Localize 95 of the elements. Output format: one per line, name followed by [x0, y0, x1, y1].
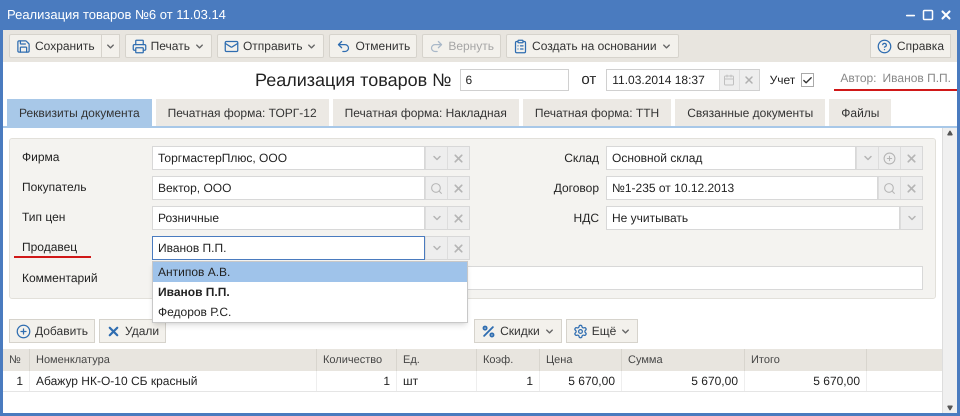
search-icon — [430, 182, 443, 194]
search-button[interactable] — [878, 177, 900, 199]
table-cell: Абажур НК-О-10 СБ красный — [30, 371, 317, 391]
scroll-up-icon[interactable] — [947, 130, 953, 136]
dropdown-button[interactable] — [425, 207, 447, 229]
close-icon — [452, 152, 465, 164]
author-label: Автор: Иванов П.П. — [834, 69, 957, 91]
input-field[interactable]: Вектор, ООО — [152, 176, 425, 200]
envelope-icon — [224, 38, 239, 54]
help-button[interactable]: Справка — [870, 34, 951, 58]
table-cell: шт — [397, 371, 477, 391]
cross-icon — [106, 324, 122, 338]
undo-icon — [336, 38, 352, 54]
dropdown-option[interactable]: Иванов П.П. — [153, 282, 467, 302]
close-icon — [452, 182, 465, 194]
toolbar-button[interactable]: Сохранить — [9, 34, 102, 58]
toolbar-button[interactable]: Создать на основании — [506, 34, 679, 58]
column-header[interactable]: Номенклатура — [30, 349, 317, 371]
search-button[interactable] — [425, 177, 447, 199]
field-label: НДС — [572, 210, 599, 227]
column-header[interactable]: Количество — [317, 349, 397, 371]
field-label: Продавец — [14, 238, 92, 258]
dropdown-option[interactable]: Антипов А.В. — [153, 262, 467, 282]
toolbar-button[interactable]: Отменить — [329, 34, 418, 58]
field-label: Покупатель — [21, 179, 88, 196]
field-label: Тип цен — [21, 209, 66, 226]
dropdown-button[interactable] — [425, 147, 447, 169]
table-cell: 5 670,00 — [745, 371, 867, 391]
table-cell: 5 670,00 — [622, 371, 745, 391]
column-header[interactable]: Итого — [745, 349, 867, 371]
date-label: от — [581, 70, 596, 90]
tab[interactable]: Печатная форма: ТОРГ-12 — [156, 99, 329, 126]
clear-button[interactable] — [447, 147, 469, 169]
toolbar-button[interactable]: Печать — [124, 34, 212, 58]
column-header[interactable]: № — [3, 349, 30, 371]
table-cell: 5 670,00 — [540, 371, 622, 391]
table-cell: 1 — [317, 371, 397, 391]
input-field[interactable]: №1-235 от 10.12.2013 — [606, 176, 878, 200]
dropdown-option[interactable]: Федоров Р.С. — [153, 302, 467, 322]
field-label: Фирма — [21, 149, 60, 166]
redo-icon — [429, 38, 444, 54]
close-icon — [905, 182, 918, 194]
printer-icon — [132, 38, 147, 54]
accounting-label: Учет — [770, 72, 796, 89]
close-icon[interactable] — [939, 8, 953, 22]
tab[interactable]: Печатная форма: ТТН — [522, 99, 672, 126]
column-header[interactable]: Коэф. — [477, 349, 540, 371]
gear-icon — [572, 324, 588, 338]
field-label: Комментарий — [22, 270, 99, 287]
clipboard-icon — [513, 38, 528, 54]
add-button[interactable] — [878, 147, 900, 169]
dropdown-button[interactable] — [856, 147, 878, 169]
field-label: Склад — [563, 150, 599, 167]
search-icon — [883, 182, 896, 194]
clear-button[interactable] — [447, 207, 469, 229]
table-cell: 1 — [477, 371, 540, 391]
close-icon — [452, 212, 465, 224]
table-cell: 1 — [3, 371, 30, 391]
column-header[interactable]: Ед. — [397, 349, 477, 371]
clear-button[interactable] — [900, 177, 922, 199]
document-heading: Реализация товаров № — [255, 68, 452, 92]
input-field[interactable]: ТоргмастерПлюс, ООО — [152, 146, 425, 170]
toolbar-button[interactable]: Добавить — [9, 319, 96, 343]
tab[interactable]: Файлы — [829, 99, 892, 126]
input-field[interactable]: Основной склад — [606, 146, 856, 170]
input-field[interactable]: Не учитывать — [606, 206, 900, 230]
close-icon — [905, 152, 918, 164]
tab[interactable]: Печатная форма: Накладная — [332, 99, 519, 126]
close-icon — [452, 242, 465, 254]
plus-icon — [16, 324, 31, 338]
number-field[interactable]: 6 — [460, 69, 570, 91]
toolbar-button[interactable]: Отправить — [216, 34, 324, 58]
clear-button[interactable] — [447, 177, 469, 199]
tab[interactable]: Реквизиты документа — [7, 99, 152, 126]
column-header[interactable]: Цена — [540, 349, 622, 371]
accounting-checkbox[interactable] — [801, 73, 814, 87]
toolbar-button[interactable]: Ещё — [566, 319, 638, 343]
help-icon — [876, 38, 892, 54]
toolbar-button[interactable]: Удали — [99, 319, 166, 343]
clear-button[interactable] — [900, 147, 922, 169]
plus-icon — [883, 152, 896, 164]
split-caret-button[interactable] — [102, 34, 120, 58]
input-field[interactable]: Иванов П.П. — [152, 236, 425, 260]
field-label: Договор — [552, 180, 599, 197]
maximize-icon[interactable] — [922, 9, 934, 21]
clear-button[interactable] — [447, 237, 469, 259]
toolbar-button[interactable]: Скидки — [474, 319, 562, 343]
column-header[interactable]: Сумма — [622, 349, 745, 371]
input-field[interactable]: Розничные — [152, 206, 425, 230]
window-title: Реализация товаров №6 от 11.03.14 — [7, 6, 226, 24]
percent-icon — [481, 324, 496, 338]
scroll-down-icon[interactable] — [947, 405, 953, 411]
dropdown-button[interactable] — [900, 207, 922, 229]
tab[interactable]: Связанные документы — [675, 99, 826, 126]
dropdown-button[interactable] — [425, 237, 447, 259]
